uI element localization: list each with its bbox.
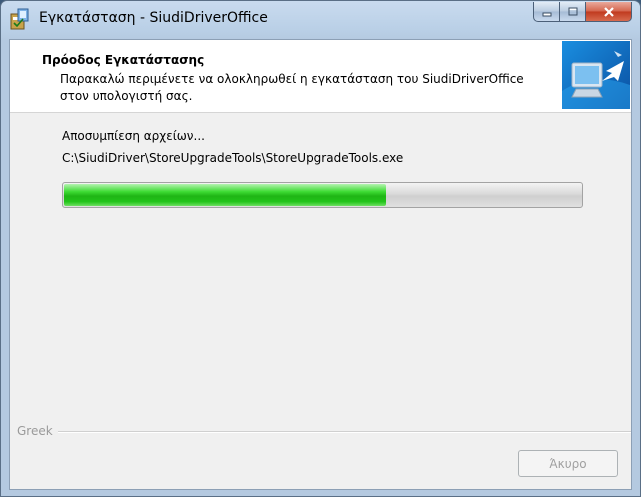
group-divider — [58, 431, 631, 433]
caption-buttons — [533, 2, 632, 23]
computer-install-icon — [562, 41, 630, 109]
minimize-button[interactable] — [533, 2, 560, 22]
current-file: C:\SiudiDriver\StoreUpgradeTools\StoreUp… — [62, 151, 404, 165]
close-icon — [603, 6, 614, 17]
progress-fill — [64, 184, 386, 206]
status-label: Αποσυμπίεση αρχείων... — [62, 129, 205, 143]
language-group-label: Greek — [15, 424, 55, 438]
client-area: Πρόοδος Εγκατάστασης Παρακαλώ περιμένετε… — [9, 39, 632, 490]
window-title: Εγκατάσταση - SiudiDriverOffice — [39, 10, 268, 26]
installer-icon — [10, 8, 30, 30]
minimize-icon — [542, 12, 551, 16]
progress-bar — [62, 182, 583, 208]
installer-window: Εγκατάσταση - SiudiDriverOffice Πρόοδος … — [0, 0, 641, 497]
wizard-header: Πρόοδος Εγκατάστασης Παρακαλώ περιμένετε… — [10, 40, 631, 113]
page-subtitle: Παρακαλώ περιμένετε να ολοκληρωθεί η εγκ… — [60, 72, 524, 103]
maximize-button[interactable] — [560, 2, 586, 22]
title-bar[interactable]: Εγκατάσταση - SiudiDriverOffice — [1, 1, 640, 39]
close-button[interactable] — [586, 2, 632, 22]
page-title: Πρόοδος Εγκατάστασης — [42, 53, 205, 67]
cancel-button[interactable]: Άκυρο — [518, 450, 618, 477]
maximize-icon — [568, 7, 577, 15]
